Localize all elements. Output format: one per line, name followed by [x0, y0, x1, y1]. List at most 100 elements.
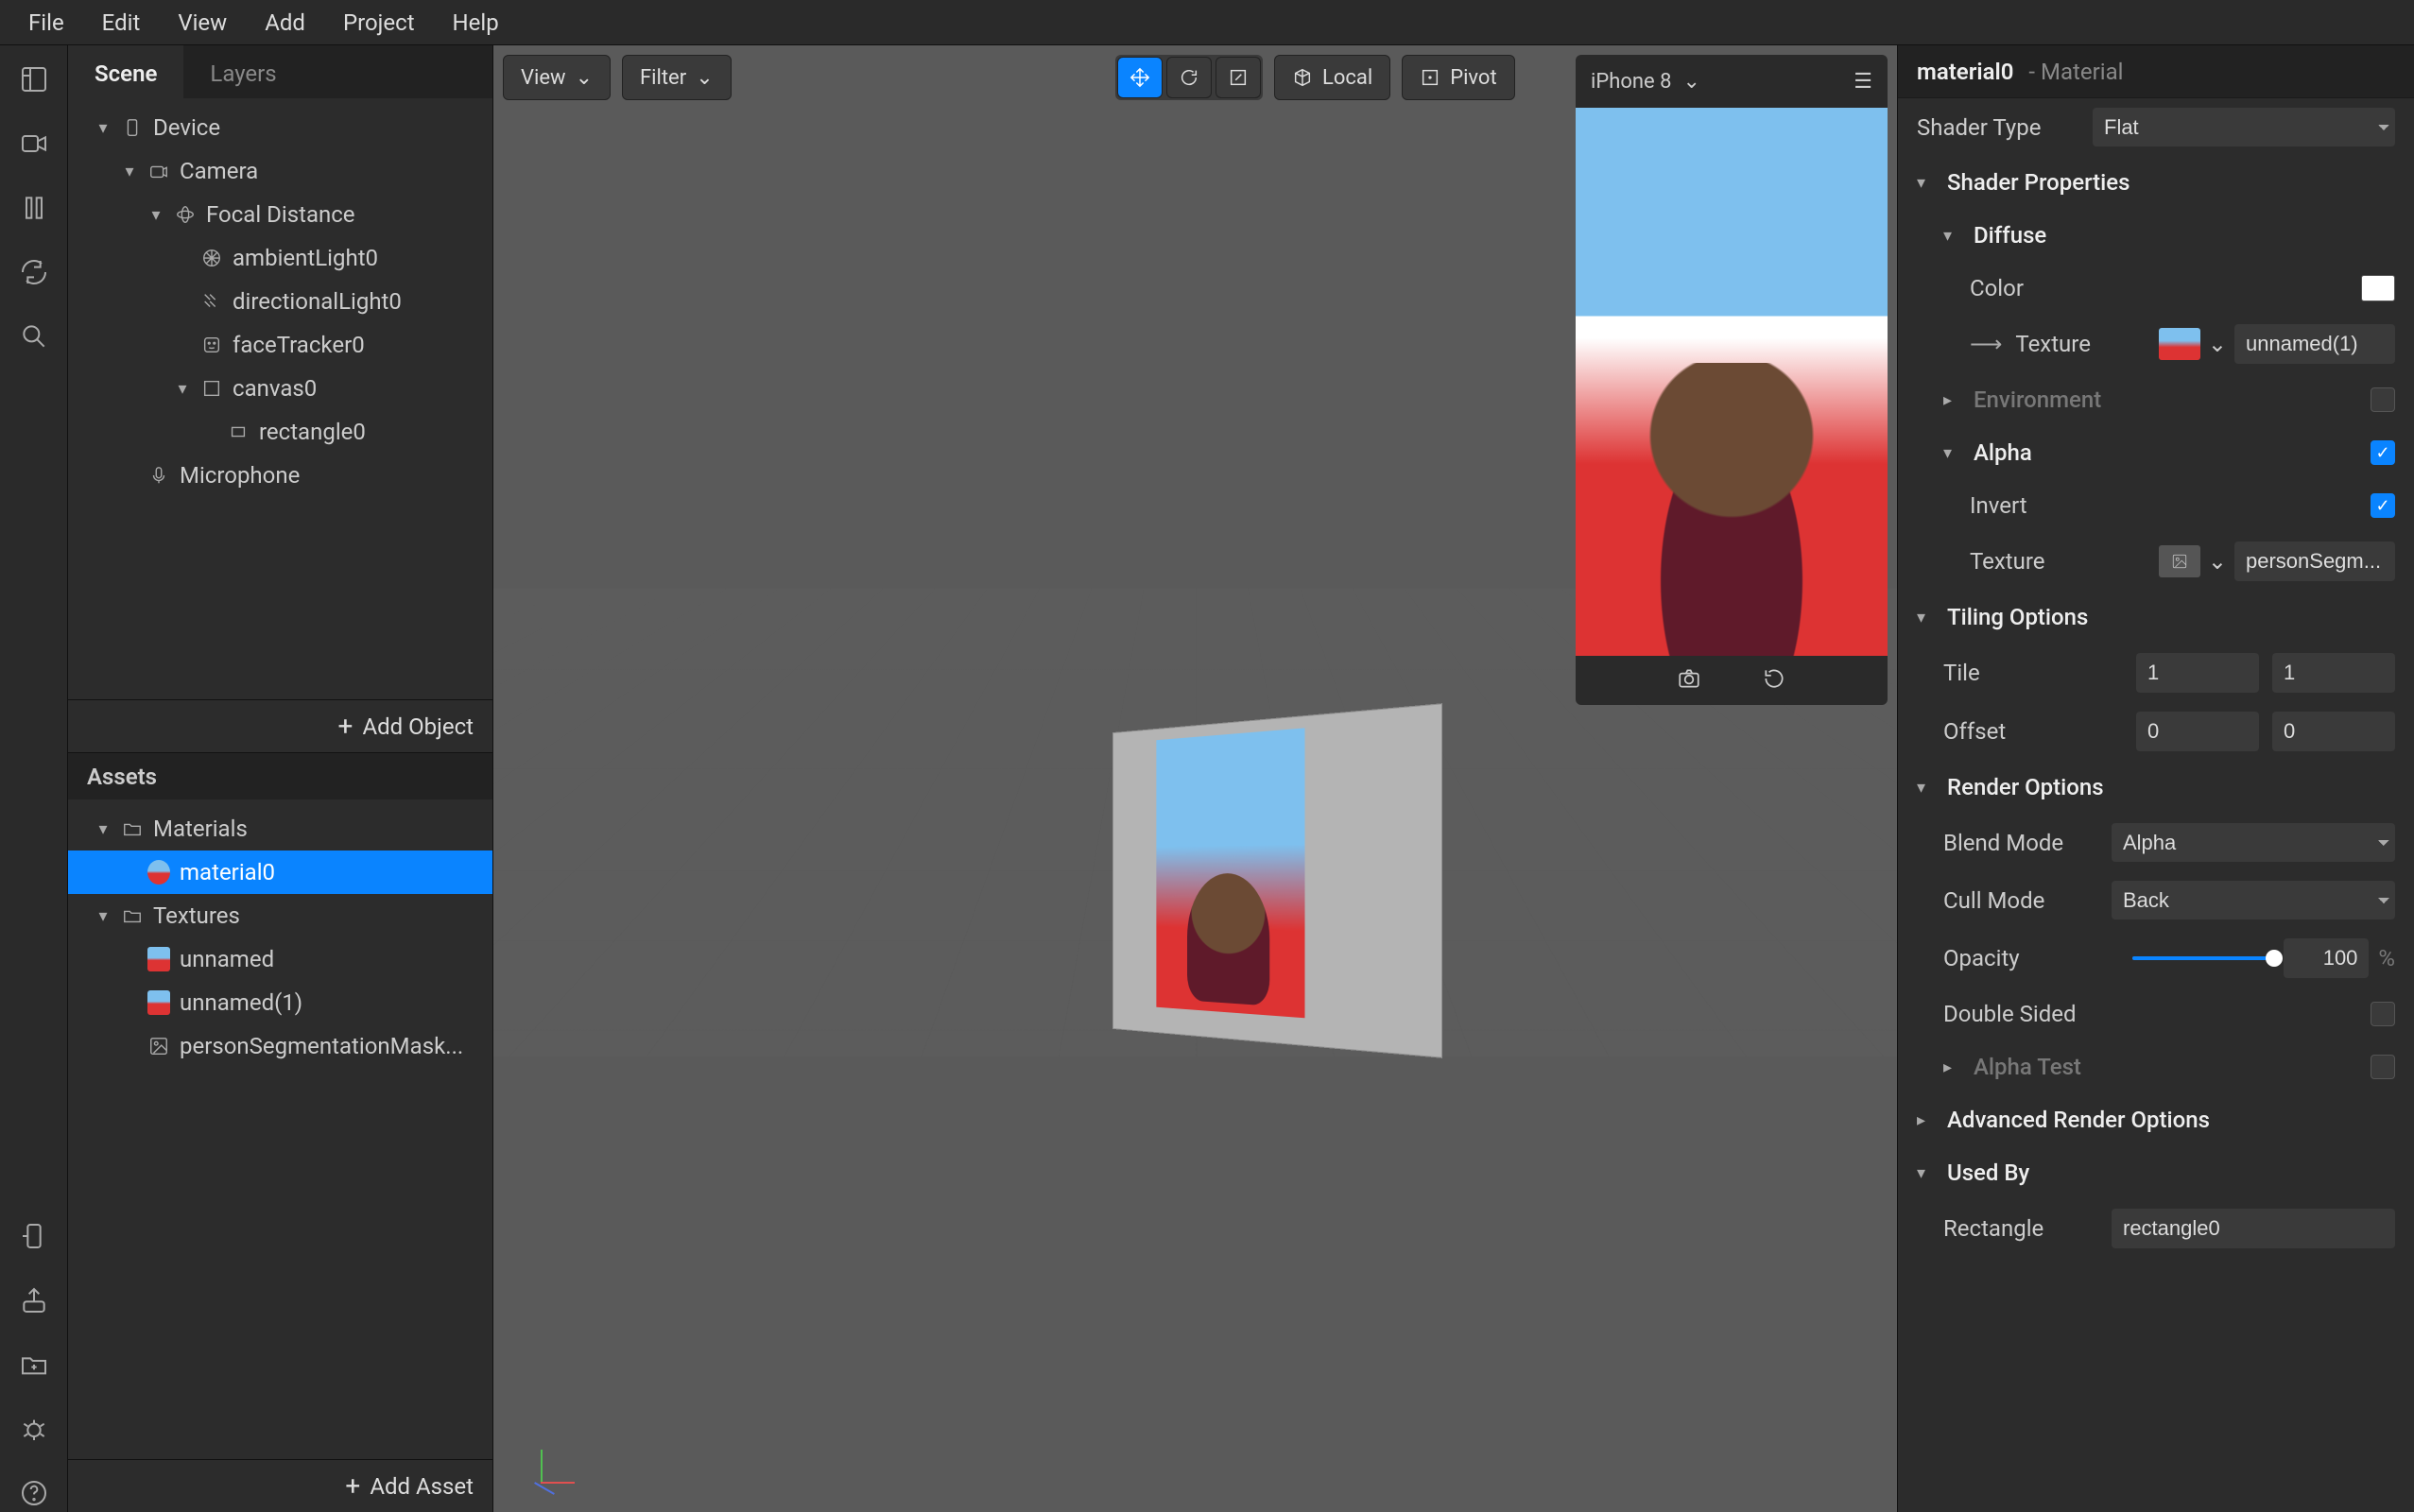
tree-row-focal-distance[interactable]: ▾Focal Distance	[68, 193, 492, 236]
color-swatch[interactable]	[2361, 275, 2395, 301]
tree-row-textures[interactable]: ▾Textures	[68, 894, 492, 937]
tree-row-microphone[interactable]: Microphone	[68, 454, 492, 497]
menu-add[interactable]: Add	[248, 2, 322, 43]
disclosure-arrow-icon[interactable]: ▾	[1917, 1163, 1934, 1183]
chevron-down-icon[interactable]: ⌄	[2208, 331, 2227, 357]
texture-name-field[interactable]	[2234, 324, 2395, 364]
double-sided-checkbox[interactable]	[2371, 1002, 2395, 1026]
tab-scene[interactable]: Scene	[68, 45, 183, 98]
disclosure-arrow-icon[interactable]: ▾	[95, 819, 112, 839]
alpha-texture-field[interactable]	[2234, 541, 2395, 581]
help-icon[interactable]	[15, 1474, 53, 1512]
rotate-tool[interactable]	[1166, 57, 1212, 98]
tree-row-materials[interactable]: ▾Materials	[68, 807, 492, 850]
disclosure-arrow-icon[interactable]: ▾	[95, 906, 112, 926]
add-object-button[interactable]: + Add Object	[68, 699, 492, 752]
left-panel: Scene Layers ▾ Device ▾Camera▾Focal Distan…	[68, 45, 493, 1512]
disclosure-arrow-icon[interactable]: ▾	[1917, 608, 1934, 627]
section-alpha: Alpha	[1974, 439, 2357, 466]
add-folder-icon[interactable]	[15, 1346, 53, 1383]
reset-icon[interactable]	[1762, 666, 1786, 695]
environment-checkbox[interactable]	[2371, 387, 2395, 412]
opacity-unit: %	[2378, 945, 2395, 971]
local-toggle[interactable]: Local	[1274, 55, 1390, 100]
menu-file[interactable]: File	[11, 2, 81, 43]
tree-label: ambientLight0	[233, 245, 481, 271]
offset-x[interactable]	[2136, 712, 2259, 751]
tree-row-canvas0[interactable]: ▾canvas0	[68, 367, 492, 410]
refresh-icon[interactable]	[15, 253, 53, 291]
tile-x[interactable]	[2136, 653, 2259, 693]
canvas-icon	[200, 377, 223, 400]
section-shader-properties: Shader Properties	[1947, 169, 2395, 196]
disclosure-arrow-icon[interactable]: ▾	[1943, 443, 1960, 463]
plus-icon: +	[345, 1470, 360, 1502]
focal-icon	[174, 203, 197, 226]
tree-row-device[interactable]: ▾ Device	[68, 106, 492, 149]
menu-view[interactable]: View	[161, 2, 244, 43]
add-asset-button[interactable]: + Add Asset	[68, 1459, 492, 1512]
disclosure-arrow-icon[interactable]: ▾	[121, 162, 138, 181]
disclosure-arrow-icon[interactable]: ▾	[95, 118, 112, 138]
tree-row-material0[interactable]: material0	[68, 850, 492, 894]
used-by-label: Rectangle	[1943, 1215, 2098, 1242]
disclosure-arrow-icon[interactable]: ▾	[1917, 173, 1934, 193]
plus-icon: +	[338, 711, 353, 742]
offset-y[interactable]	[2272, 712, 2395, 751]
send-to-device-icon[interactable]	[15, 1217, 53, 1255]
tree-row-personsegmentationmask-[interactable]: personSegmentationMask...	[68, 1024, 492, 1068]
blend-mode-select[interactable]: Alpha	[2112, 823, 2395, 862]
tree-label: Device	[153, 114, 481, 141]
menu-project[interactable]: Project	[326, 2, 432, 43]
disclosure-arrow-icon[interactable]: ▾	[1917, 778, 1934, 798]
pause-icon[interactable]	[15, 189, 53, 227]
tree-row-directionallight0[interactable]: directionalLight0	[68, 280, 492, 323]
disclosure-arrow-icon[interactable]: ▾	[174, 379, 191, 399]
filter-dropdown[interactable]: Filter ⌄	[622, 55, 732, 100]
texture-thumb[interactable]	[2159, 328, 2200, 360]
pivot-toggle[interactable]: Pivot	[1402, 55, 1514, 100]
search-icon[interactable]	[15, 318, 53, 355]
tree-row-facetracker0[interactable]: faceTracker0	[68, 323, 492, 367]
cull-mode-select[interactable]: Back	[2112, 881, 2395, 919]
disclosure-arrow-icon[interactable]: ▸	[1917, 1110, 1934, 1130]
invert-checkbox[interactable]	[2371, 493, 2395, 518]
disclosure-arrow-icon[interactable]: ▾	[147, 205, 164, 225]
chevron-down-icon[interactable]: ⌄	[2208, 548, 2227, 575]
tree-row-unnamed[interactable]: unnamed	[68, 937, 492, 981]
chevron-down-icon: ⌄	[576, 66, 593, 90]
alpha-texture-thumb[interactable]	[2159, 545, 2200, 577]
tree-row-camera[interactable]: ▾Camera	[68, 149, 492, 193]
disclosure-arrow-icon[interactable]: ▸	[1943, 1057, 1960, 1077]
alpha-checkbox[interactable]	[2371, 440, 2395, 465]
alpha-test-checkbox[interactable]	[2371, 1055, 2395, 1079]
capture-icon[interactable]	[1677, 666, 1701, 695]
tree-row-unnamed-1-[interactable]: unnamed(1)	[68, 981, 492, 1024]
preview-menu-icon[interactable]: ☰	[1854, 70, 1872, 94]
section-tiling: Tiling Options	[1947, 604, 2395, 630]
shader-type-select[interactable]: Flat	[2093, 108, 2395, 146]
tex-icon	[147, 948, 170, 971]
link-icon[interactable]: ⟶	[1970, 331, 2002, 357]
view-dropdown[interactable]: View ⌄	[503, 55, 611, 100]
tile-y[interactable]	[2272, 653, 2395, 693]
opacity-slider[interactable]	[2132, 956, 2274, 960]
menu-edit[interactable]: Edit	[85, 2, 158, 43]
device-name[interactable]: iPhone 8	[1591, 70, 1672, 94]
disclosure-arrow-icon[interactable]: ▾	[1943, 226, 1960, 246]
disclosure-arrow-icon[interactable]: ▸	[1943, 390, 1960, 410]
opacity-value[interactable]	[2284, 938, 2369, 978]
video-icon[interactable]	[15, 125, 53, 163]
tree-row-rectangle0[interactable]: rectangle0	[68, 410, 492, 454]
layout-icon[interactable]	[15, 60, 53, 98]
mat-icon	[147, 861, 170, 884]
move-tool[interactable]	[1117, 57, 1163, 98]
export-icon[interactable]	[15, 1281, 53, 1319]
bug-icon[interactable]	[15, 1410, 53, 1448]
scale-tool[interactable]	[1216, 57, 1261, 98]
tree-row-ambientlight0[interactable]: ambientLight0	[68, 236, 492, 280]
tab-layers[interactable]: Layers	[183, 45, 302, 98]
chevron-down-icon[interactable]: ⌄	[1683, 70, 1700, 94]
menu-help[interactable]: Help	[436, 2, 516, 43]
camera-icon	[147, 160, 170, 182]
